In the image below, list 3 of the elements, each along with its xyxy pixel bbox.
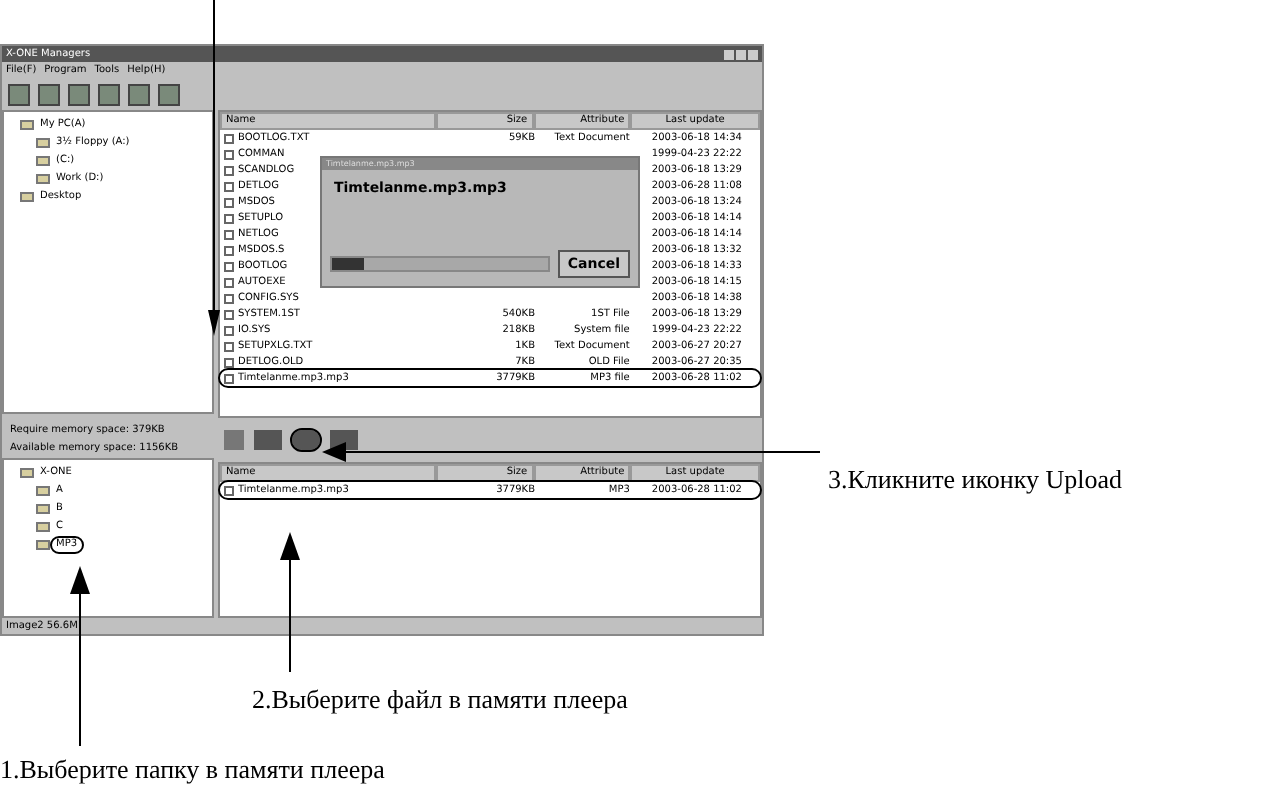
callout-text: 1.Выберите папку в памяти плеера [0, 752, 385, 788]
callout-text: 2.Выберите файл в памяти плеера [252, 682, 628, 718]
callout-text: 3.Кликните иконку Upload [828, 462, 1123, 498]
